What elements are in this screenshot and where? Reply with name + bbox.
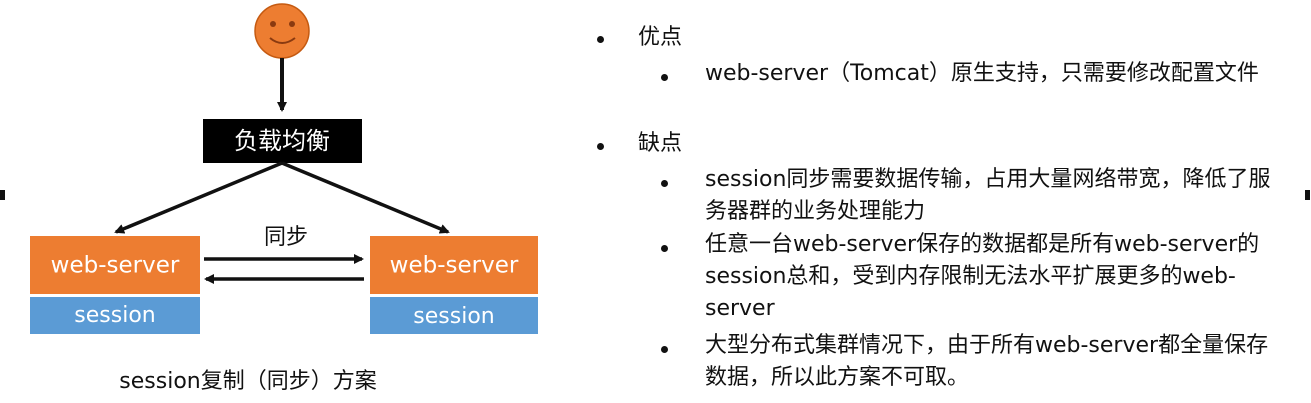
cons-heading: 缺点 (638, 131, 683, 156)
left-web-server-label: web-server (51, 253, 180, 279)
load-balancer-label: 负载均衡 (234, 127, 330, 155)
bullet-dot (661, 74, 668, 81)
pros-item: web-server（Tomcat）原生支持，只需要修改配置文件 (705, 61, 1259, 86)
right-web-server-label: web-server (390, 253, 519, 279)
bullet-dot (597, 143, 604, 150)
right-session-label: session (413, 304, 494, 329)
balancer-to-left-arrow (114, 161, 283, 234)
balancer-to-right-arrow (281, 161, 450, 234)
edge-mark-left (0, 190, 5, 200)
cons-item: 任意一台web-server保存的数据都是所有web-server的sessio… (705, 232, 1260, 321)
cons-item: 大型分布式集群情况下，由于所有web-server都全量保存数据，所以此方案不可… (705, 333, 1269, 390)
left-session-label: session (74, 303, 155, 328)
edge-mark-right (1305, 190, 1310, 200)
session-replication-diagram: 负载均衡 web-server session web-server sessi… (30, 3, 538, 394)
sync-label: 同步 (264, 225, 308, 250)
diagram-caption: session复制（同步）方案 (119, 369, 376, 394)
bullet-dot (661, 346, 668, 353)
pros-heading: 优点 (638, 25, 683, 50)
bullet-dot (597, 36, 604, 43)
bullet-dot (661, 180, 668, 187)
cons-item: session同步需要数据传输，占用大量网络带宽，降低了服务器群的业务处理能力 (705, 167, 1271, 224)
bullet-dot (661, 245, 668, 252)
smiley-face-icon (254, 3, 310, 59)
